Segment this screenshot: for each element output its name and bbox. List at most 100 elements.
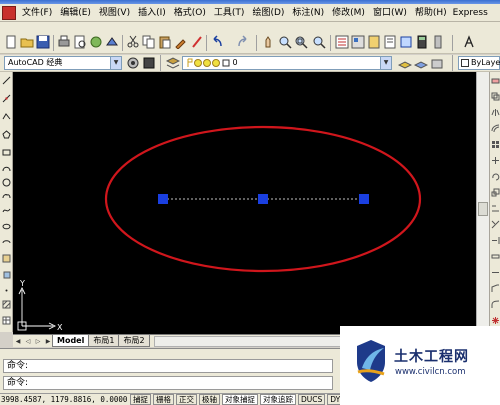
polyline-icon[interactable] xyxy=(2,112,11,121)
explode-icon[interactable] xyxy=(491,316,500,325)
menu-modify[interactable]: 修改(M) xyxy=(328,4,369,22)
polygon-icon[interactable] xyxy=(2,130,11,139)
make-block-icon[interactable] xyxy=(2,270,11,279)
tab-model[interactable]: Model xyxy=(52,335,90,347)
polar-toggle[interactable]: 极轴 xyxy=(199,394,220,405)
layer-state-icon[interactable] xyxy=(430,56,444,70)
menu-tools[interactable]: 工具(T) xyxy=(210,4,249,22)
text-style-icon[interactable] xyxy=(462,35,476,49)
menu-format[interactable]: 格式(O) xyxy=(170,4,210,22)
rotate-icon[interactable] xyxy=(491,172,500,181)
menu-help[interactable]: 帮助(H) xyxy=(411,4,451,22)
publish-icon[interactable] xyxy=(89,35,103,49)
trim-icon[interactable] xyxy=(491,220,500,229)
markup-set-icon[interactable] xyxy=(399,35,413,49)
insert-block-icon[interactable] xyxy=(2,254,11,263)
autocad-app-icon[interactable] xyxy=(2,5,16,20)
menu-file[interactable]: 文件(F) xyxy=(18,4,56,22)
print-icon[interactable] xyxy=(57,35,71,49)
save-icon[interactable] xyxy=(36,35,50,49)
break-icon[interactable] xyxy=(491,252,500,261)
3d-dwf-icon[interactable] xyxy=(105,35,119,49)
menu-edit[interactable]: 编辑(E) xyxy=(56,4,95,22)
ducs-toggle[interactable]: DUCS xyxy=(298,394,326,405)
copy-object-icon[interactable] xyxy=(491,92,500,101)
zoom-window-icon[interactable] xyxy=(294,35,308,49)
workspace-save-icon[interactable] xyxy=(142,56,156,70)
chevron-down-icon[interactable]: ▼ xyxy=(110,57,121,69)
sheet-set-icon[interactable] xyxy=(383,35,397,49)
grip-center[interactable] xyxy=(258,194,268,204)
join-icon[interactable] xyxy=(491,268,500,277)
grip-right[interactable] xyxy=(359,194,369,204)
spline-icon[interactable] xyxy=(2,206,11,215)
layer-manager-icon[interactable] xyxy=(166,56,180,70)
menu-express[interactable]: Express xyxy=(451,4,490,22)
arc-icon[interactable] xyxy=(2,164,11,173)
layer-select[interactable]: 0 ▼ xyxy=(182,56,392,70)
command-input-line[interactable]: 命令: xyxy=(3,376,333,390)
point-icon[interactable] xyxy=(2,286,11,295)
drawing-canvas[interactable]: Y X xyxy=(13,72,476,334)
menu-view[interactable]: 视图(V) xyxy=(95,4,134,22)
move-icon[interactable] xyxy=(491,156,500,165)
tab-first-icon[interactable]: ◀ xyxy=(13,336,23,347)
chamfer-icon[interactable] xyxy=(491,284,500,293)
zoom-previous-icon[interactable] xyxy=(312,35,326,49)
mirror-icon[interactable] xyxy=(491,108,500,117)
grid-toggle[interactable]: 栅格 xyxy=(153,394,174,405)
osnap-toggle[interactable]: 对象捕捉 xyxy=(222,394,258,405)
quickcalc-icon[interactable] xyxy=(415,35,429,49)
circle-icon[interactable] xyxy=(2,178,11,187)
properties-icon[interactable] xyxy=(335,35,349,49)
plot-preview-icon[interactable] xyxy=(73,35,87,49)
stretch-icon[interactable] xyxy=(491,204,500,213)
menu-draw[interactable]: 绘图(D) xyxy=(248,4,288,22)
redo-icon[interactable] xyxy=(236,35,250,49)
revision-cloud-icon[interactable] xyxy=(2,192,11,201)
hatch-icon[interactable] xyxy=(2,300,11,309)
offset-icon[interactable] xyxy=(491,124,500,133)
pan-icon[interactable] xyxy=(262,35,276,49)
block-editor-icon[interactable] xyxy=(190,35,204,49)
construction-line-icon[interactable] xyxy=(2,94,11,103)
workspace-settings-icon[interactable] xyxy=(126,56,140,70)
linetype-select[interactable]: ByLayer xyxy=(458,56,500,70)
array-icon[interactable] xyxy=(491,140,500,149)
open-folder-icon[interactable] xyxy=(20,35,34,49)
match-properties-icon[interactable] xyxy=(174,35,188,49)
table-icon[interactable] xyxy=(2,316,11,325)
menu-window[interactable]: 窗口(W) xyxy=(369,4,411,22)
tab-prev-icon[interactable]: ◁ xyxy=(23,336,33,347)
chevron-down-icon[interactable]: ▼ xyxy=(380,57,391,69)
scrollbar-thumb[interactable] xyxy=(478,202,488,216)
tab-layout2[interactable]: 布局2 xyxy=(118,335,150,347)
erase-icon[interactable] xyxy=(491,76,500,85)
grip-left[interactable] xyxy=(158,194,168,204)
ortho-toggle[interactable]: 正交 xyxy=(176,394,197,405)
workspace-select[interactable]: AutoCAD 经典 ▼ xyxy=(4,56,122,70)
new-file-icon[interactable] xyxy=(4,35,18,49)
ellipse-arc-icon[interactable] xyxy=(2,238,11,247)
copy-icon[interactable] xyxy=(142,35,156,49)
fillet-icon[interactable] xyxy=(491,300,500,309)
tab-layout1[interactable]: 布局1 xyxy=(88,335,120,347)
help-icon[interactable] xyxy=(431,35,445,49)
layer-previous-icon[interactable] xyxy=(414,56,428,70)
tool-palettes-icon[interactable] xyxy=(367,35,381,49)
extend-icon[interactable] xyxy=(491,236,500,245)
menu-dimension[interactable]: 标注(N) xyxy=(288,4,328,22)
vertical-scrollbar[interactable] xyxy=(476,72,489,334)
line-icon[interactable] xyxy=(2,76,11,85)
ellipse-icon[interactable] xyxy=(2,222,11,231)
rectangle-icon[interactable] xyxy=(2,148,11,157)
undo-icon[interactable] xyxy=(210,35,224,49)
scale-icon[interactable] xyxy=(491,188,500,197)
snap-toggle[interactable]: 捕捉 xyxy=(130,394,151,405)
menu-insert[interactable]: 插入(I) xyxy=(134,4,170,22)
otrack-toggle[interactable]: 对象追踪 xyxy=(260,394,296,405)
paste-icon[interactable] xyxy=(158,35,172,49)
tab-next-icon[interactable]: ▷ xyxy=(33,336,43,347)
cut-icon[interactable] xyxy=(126,35,140,49)
make-layer-current-icon[interactable] xyxy=(398,56,412,70)
